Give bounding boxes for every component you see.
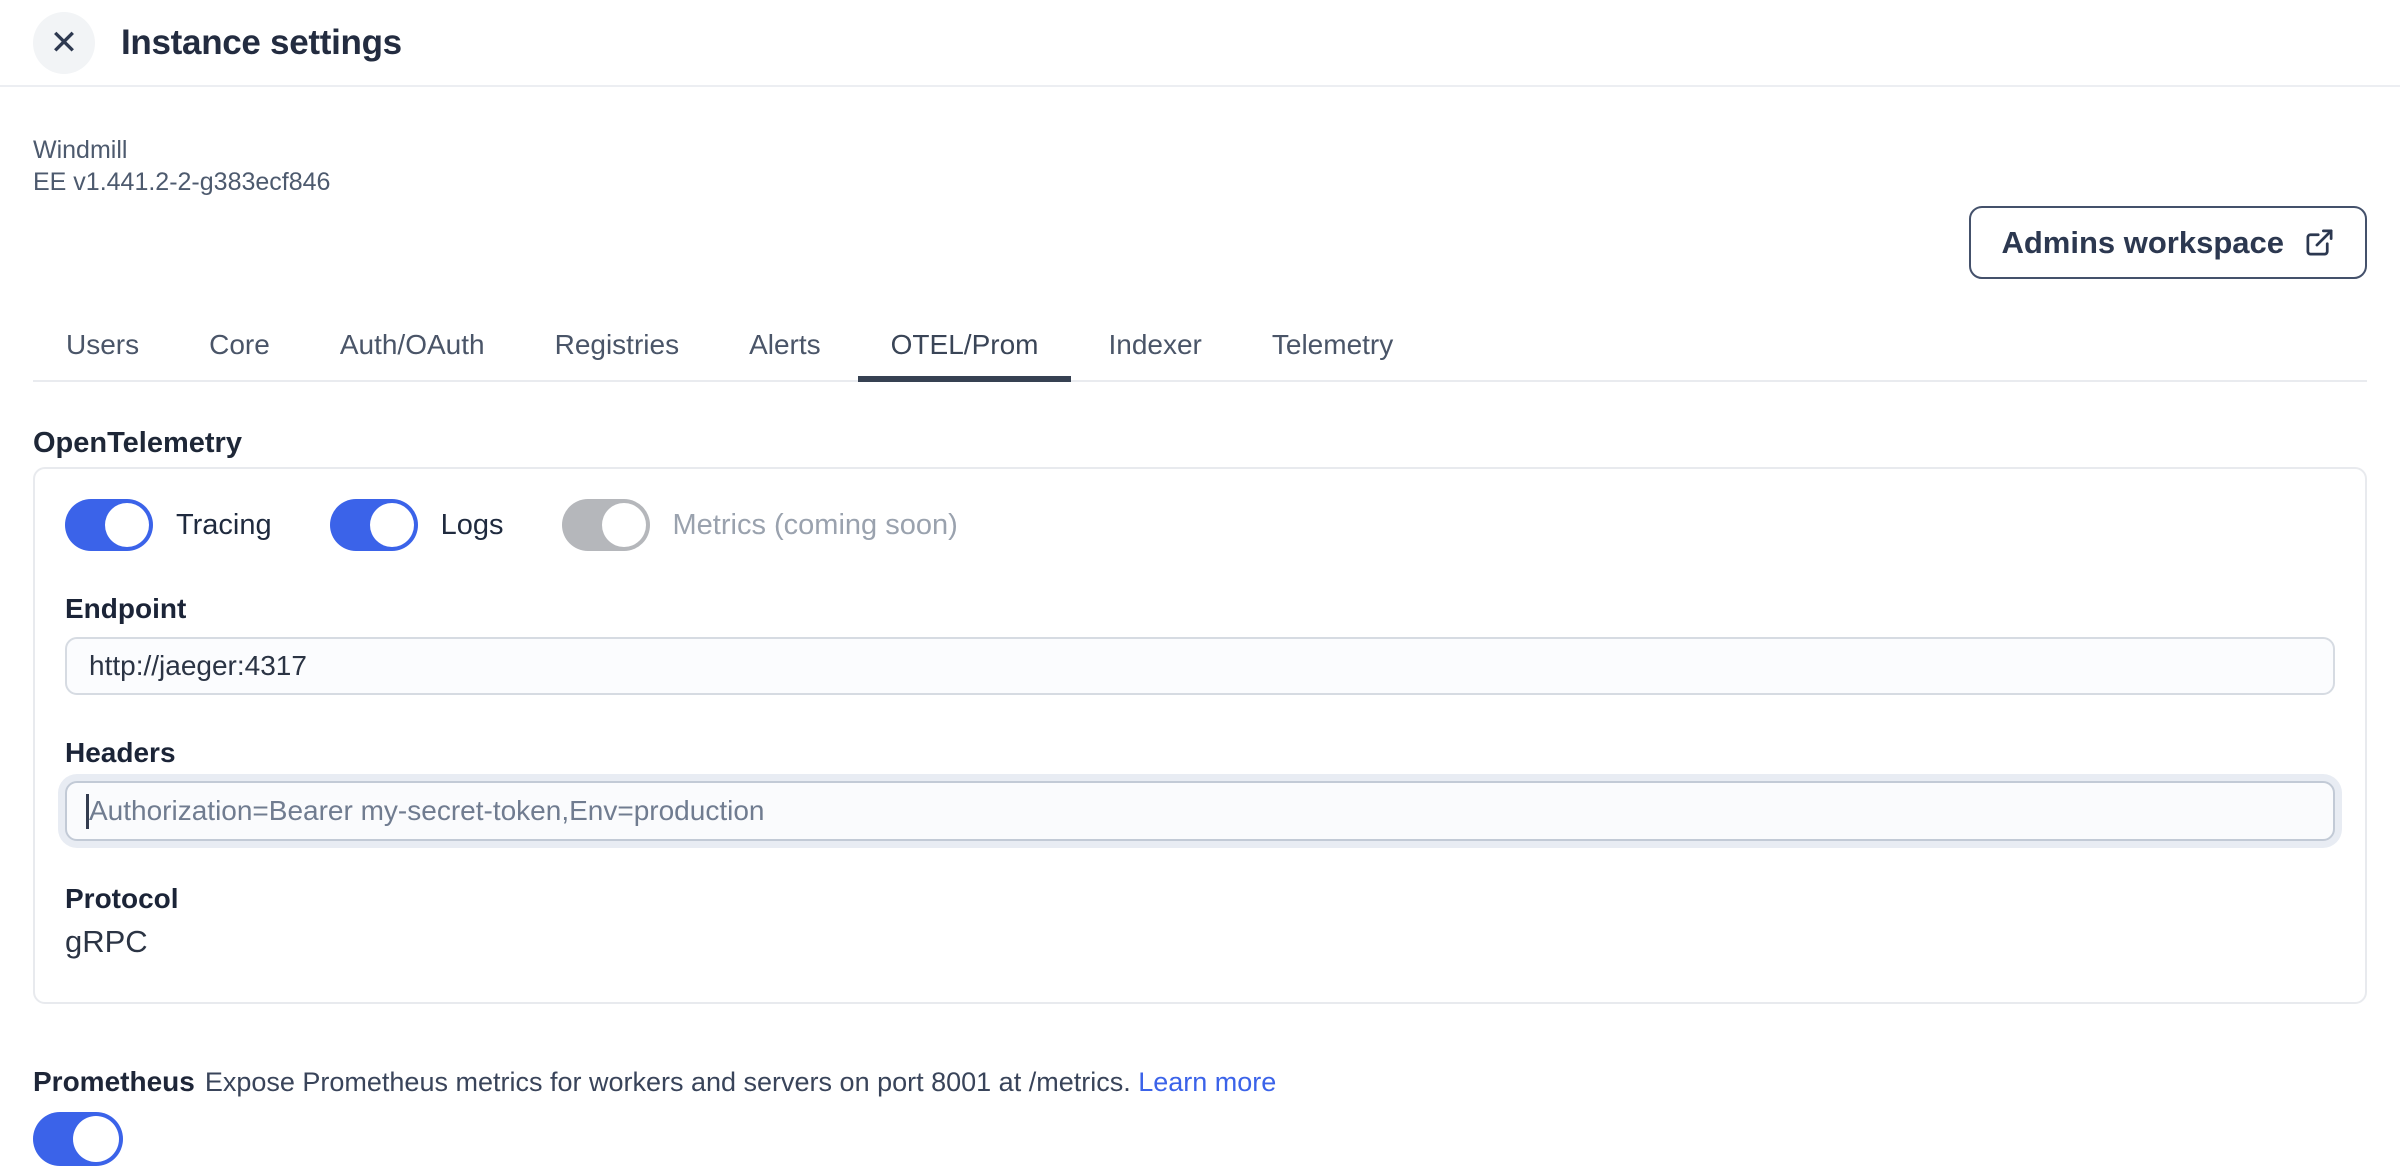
- metrics-toggle-label: Metrics (coming soon): [673, 509, 958, 542]
- tracing-toggle[interactable]: [65, 499, 153, 551]
- logs-toggle-label: Logs: [441, 509, 504, 542]
- prometheus-description: Expose Prometheus metrics for workers an…: [205, 1067, 1131, 1097]
- toggle-knob: [105, 503, 149, 547]
- admins-workspace-row: Admins workspace: [33, 206, 2367, 279]
- endpoint-input[interactable]: [65, 637, 2335, 695]
- opentelemetry-panel: Tracing Logs Metrics (coming soon) Endpo…: [33, 467, 2367, 1004]
- metrics-toggle: [562, 499, 650, 551]
- tab-core[interactable]: Core: [176, 329, 303, 380]
- page-title: Instance settings: [121, 23, 402, 63]
- metrics-toggle-group: Metrics (coming soon): [562, 499, 958, 551]
- tab-otel-prom[interactable]: OTEL/Prom: [858, 329, 1072, 382]
- admins-workspace-label: Admins workspace: [2001, 225, 2284, 261]
- prometheus-toggle-row: [33, 1112, 2367, 1166]
- headers-input[interactable]: [65, 781, 2335, 841]
- tab-auth-oauth[interactable]: Auth/OAuth: [307, 329, 518, 380]
- endpoint-label: Endpoint: [65, 593, 2335, 625]
- tab-indexer[interactable]: Indexer: [1075, 329, 1234, 380]
- otel-toggle-row: Tracing Logs Metrics (coming soon): [65, 499, 2335, 551]
- toggle-knob: [370, 503, 414, 547]
- app-name: Windmill: [33, 134, 2367, 166]
- tab-registries[interactable]: Registries: [522, 329, 712, 380]
- content-area: Windmill EE v1.441.2-2-g383ecf846 Admins…: [0, 134, 2400, 1166]
- prometheus-title: Prometheus: [33, 1066, 195, 1097]
- tracing-toggle-group: Tracing: [65, 499, 272, 551]
- tab-alerts[interactable]: Alerts: [716, 329, 854, 380]
- logs-toggle[interactable]: [330, 499, 418, 551]
- protocol-value: gRPC: [65, 924, 2335, 960]
- endpoint-input-wrap: [65, 637, 2335, 695]
- version-block: Windmill EE v1.441.2-2-g383ecf846: [33, 134, 2367, 198]
- learn-more-link[interactable]: Learn more: [1138, 1067, 1276, 1097]
- toggle-knob: [602, 503, 646, 547]
- modal-header: ✕ Instance settings: [0, 0, 2400, 87]
- headers-label: Headers: [65, 737, 2335, 769]
- app-version: EE v1.441.2-2-g383ecf846: [33, 166, 2367, 198]
- close-icon: ✕: [50, 26, 79, 60]
- protocol-label: Protocol: [65, 883, 2335, 915]
- opentelemetry-section-title: OpenTelemetry: [33, 427, 2367, 460]
- close-button[interactable]: ✕: [33, 12, 95, 74]
- settings-tabs: Users Core Auth/OAuth Registries Alerts …: [33, 329, 2367, 382]
- toggle-knob: [73, 1116, 119, 1162]
- text-cursor: [86, 794, 89, 829]
- headers-input-wrap: [65, 781, 2335, 841]
- tab-telemetry[interactable]: Telemetry: [1239, 329, 1426, 380]
- prometheus-section: Prometheus Expose Prometheus metrics for …: [33, 1066, 2367, 1098]
- logs-toggle-group: Logs: [330, 499, 504, 551]
- prometheus-toggle[interactable]: [33, 1112, 123, 1166]
- admins-workspace-button[interactable]: Admins workspace: [1969, 206, 2367, 279]
- tab-users[interactable]: Users: [33, 329, 172, 380]
- external-link-icon: [2304, 227, 2335, 258]
- tracing-toggle-label: Tracing: [176, 509, 272, 542]
